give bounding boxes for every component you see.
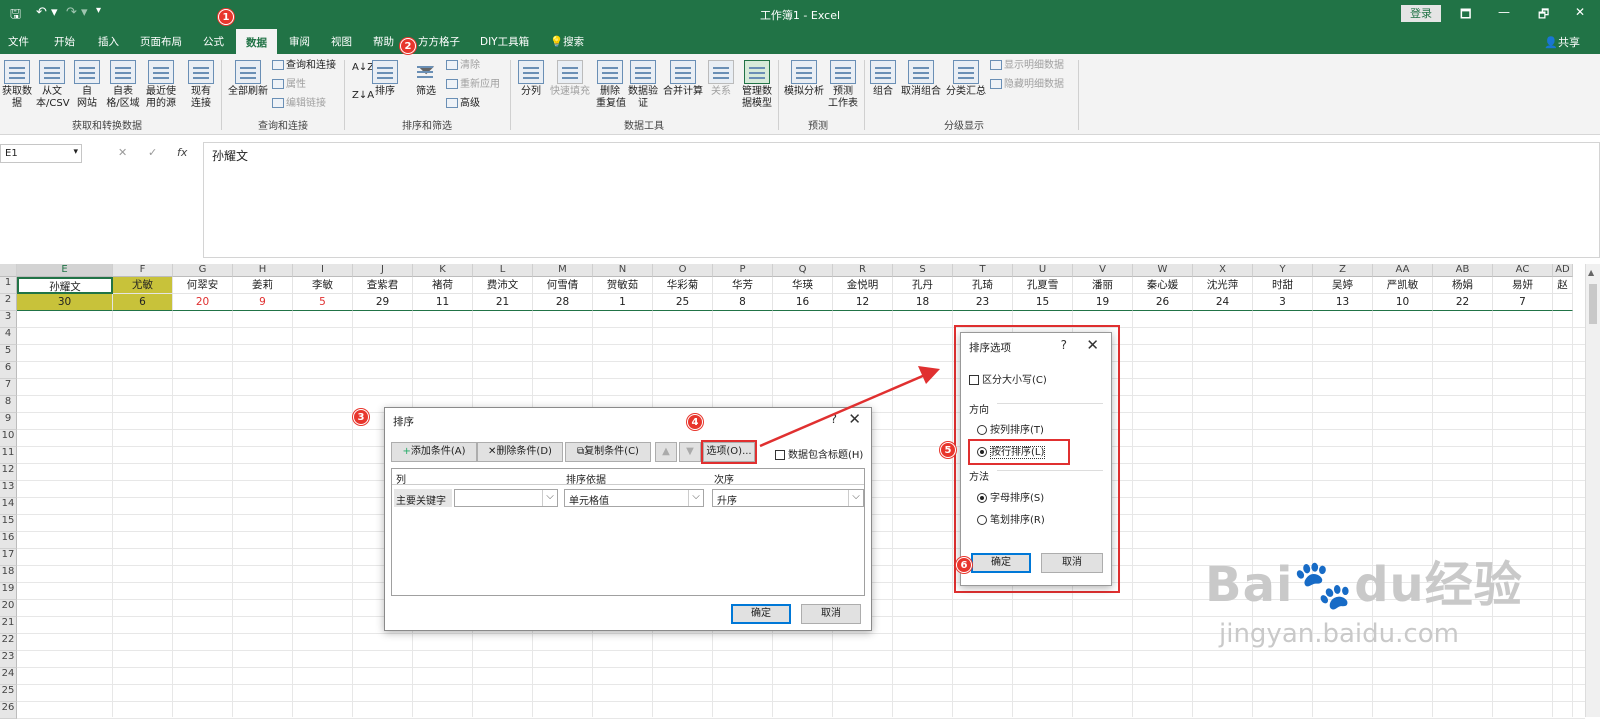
radio-circle-selected [977,493,987,503]
close-icon[interactable]: ✕ [1086,336,1099,354]
ok-button[interactable]: 确定 [971,553,1031,573]
arrow-line [759,373,926,448]
help-icon[interactable]: ? [1061,338,1067,352]
watermark-logo: Bai🐾du经验 [1205,557,1523,613]
radio-circle [977,425,987,435]
baidu-watermark: Bai🐾du经验 jingyan.baidu.com [1205,545,1523,649]
highlight-by-row [968,439,1070,465]
checkbox-box [969,375,979,385]
stroke-sort-radio[interactable]: 笔划排序(R) [977,511,1045,526]
alphabetical-sort-radio[interactable]: 字母排序(S) [977,489,1044,504]
arrow-head [918,366,940,384]
cancel-button[interactable]: 取消 [1041,553,1103,573]
sort-options-title: 排序选项 [969,342,1011,354]
radio-circle [977,515,987,525]
watermark-url: jingyan.baidu.com [1219,619,1459,649]
sort-by-column-radio[interactable]: 按列排序(T) [977,421,1044,436]
case-sensitive-checkbox[interactable]: 区分大小写(C) [969,371,1047,386]
direction-label: 方向 [969,405,989,416]
annotation-6: 6 [956,557,972,573]
method-label: 方法 [969,472,989,483]
annotation-5: 5 [940,442,956,458]
